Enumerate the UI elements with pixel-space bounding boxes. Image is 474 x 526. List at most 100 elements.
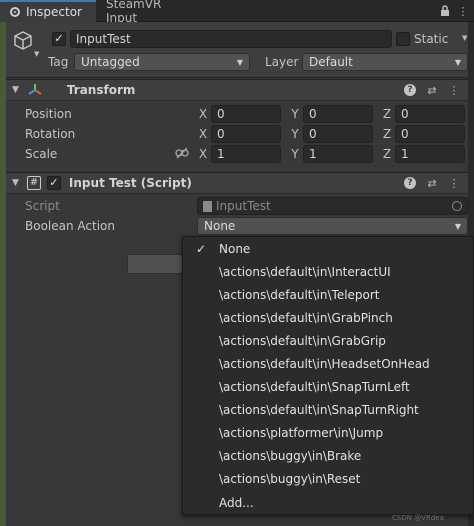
menu-item-label: \actions\default\in\GrabGrip (219, 333, 386, 348)
transform-header[interactable]: ▼ Transform ? ⇄ ⋮ (6, 79, 468, 101)
menu-item[interactable]: \actions\platformer\in\Jump (183, 422, 473, 445)
boolean-action-value: None (204, 219, 236, 233)
boolean-action-popup-menu: ✓ None \actions\default\in\InteractUI \acti… (182, 236, 474, 515)
rotation-x-field[interactable]: 0 (211, 125, 281, 143)
position-x-field[interactable]: 0 (211, 105, 281, 123)
menu-item-label: \actions\default\in\HeadsetOnHead (219, 357, 430, 372)
tab-label: SteamVR Input (106, 0, 162, 25)
chevron-down-icon: ▼ (454, 57, 461, 67)
cube-icon[interactable] (12, 30, 34, 52)
menu-item[interactable]: \actions\default\in\SnapTurnLeft (183, 376, 473, 399)
boolean-action-dropdown[interactable]: None ▼ (197, 217, 468, 235)
menu-item[interactable]: \actions\default\in\Teleport (183, 283, 473, 306)
position-y-field[interactable]: 0 (303, 105, 373, 123)
menu-item-label: \actions\default\in\SnapTurnLeft (219, 380, 410, 395)
chevron-down-icon: ▼ (454, 221, 461, 231)
rotation-z-value: 0 (401, 127, 409, 141)
rotation-label: Rotation (25, 127, 76, 141)
scale-z-value: 1 (401, 147, 409, 161)
menu-item[interactable]: \actions\default\in\GrabGrip (183, 329, 473, 352)
script-object-field: InputTest (197, 197, 468, 215)
checkmark-icon: ✓ (195, 241, 207, 256)
menu-item[interactable]: \actions\default\in\SnapTurnRight (183, 399, 473, 422)
component-menu-icon[interactable]: ⋮ (448, 177, 460, 190)
object-name-input[interactable]: InputTest (70, 30, 392, 48)
active-checkbox[interactable]: ✓ (52, 32, 66, 46)
script-hash-icon: # (26, 176, 41, 190)
component-menu-icon[interactable]: ⋮ (448, 84, 460, 97)
help-icon[interactable]: ? (404, 177, 416, 189)
static-checkbox[interactable] (396, 32, 410, 46)
axis-z-label: Z (382, 107, 392, 121)
icon-dropdown-arrow-icon[interactable]: ▼ (34, 50, 39, 58)
transform-icon (27, 83, 43, 97)
axis-x-label: X (198, 147, 208, 161)
help-icon[interactable]: ? (404, 84, 416, 96)
menu-item[interactable]: \actions\buggy\in\Reset (183, 468, 473, 491)
tag-value: Untagged (81, 55, 140, 69)
scale-x-value: 1 (217, 147, 225, 161)
menu-item-label: \actions\platformer\in\Jump (219, 426, 384, 441)
script-component-title: Input Test (Script) (68, 176, 192, 190)
menu-item[interactable]: ✓ None (183, 237, 473, 260)
foldout-arrow-icon[interactable]: ▼ (12, 178, 19, 188)
preset-sliders-icon[interactable]: ⇄ (426, 84, 438, 97)
static-label: Static (414, 32, 449, 46)
menu-item-label: \actions\buggy\in\Reset (219, 472, 361, 487)
tab-steamvr-input[interactable]: SteamVR Input (96, 0, 206, 25)
menu-dots-icon[interactable]: ⋮ (456, 4, 470, 18)
position-y-value: 0 (309, 107, 317, 121)
script-label: Script (25, 199, 60, 213)
tab-label: Inspector (26, 4, 82, 19)
chevron-down-icon: ▼ (236, 57, 243, 67)
position-label: Position (25, 107, 72, 121)
axis-y-label: Y (291, 107, 299, 121)
axis-z-label: Z (382, 127, 392, 141)
menu-item[interactable]: \actions\buggy\in\Brake (183, 445, 473, 468)
menu-item-label: \actions\default\in\GrabPinch (219, 310, 393, 325)
menu-item[interactable]: \actions\default\in\GrabPinch (183, 306, 473, 329)
tab-inspector[interactable]: Inspector (0, 0, 96, 22)
axis-z-label: Z (382, 147, 392, 161)
object-picker-icon (452, 201, 462, 211)
info-icon (10, 6, 20, 17)
rotation-x-value: 0 (217, 127, 225, 141)
scale-x-field[interactable]: 1 (211, 145, 281, 163)
axis-x-label: X (198, 107, 208, 121)
lock-icon[interactable] (438, 4, 452, 18)
scale-y-value: 1 (309, 147, 317, 161)
script-enabled-checkbox[interactable]: ✓ (46, 176, 61, 190)
menu-item-add[interactable]: Add... (183, 491, 473, 514)
static-dropdown-arrow-icon[interactable]: ▼ (462, 34, 467, 42)
boolean-action-label: Boolean Action (25, 219, 115, 233)
rotation-y-field[interactable]: 0 (303, 125, 373, 143)
layer-label: Layer (265, 55, 299, 69)
rotation-z-field[interactable]: 0 (395, 125, 465, 143)
tag-label: Tag (48, 55, 69, 69)
menu-item-label: \actions\default\in\SnapTurnRight (219, 403, 419, 418)
scale-y-field[interactable]: 1 (303, 145, 373, 163)
tab-bar: Inspector SteamVR Input (0, 0, 474, 25)
menu-item[interactable]: \actions\default\in\HeadsetOnHead (183, 352, 473, 375)
foldout-arrow-icon[interactable]: ▼ (12, 85, 19, 95)
link-scale-icon[interactable] (175, 146, 189, 160)
script-file-icon (203, 200, 212, 212)
tag-dropdown[interactable]: Untagged ▼ (74, 53, 250, 71)
preset-sliders-icon[interactable]: ⇄ (426, 177, 438, 190)
transform-title: Transform (66, 83, 136, 97)
object-name-value: InputTest (76, 32, 131, 46)
axis-y-label: Y (291, 147, 299, 161)
menu-item-label: \actions\buggy\in\Brake (219, 449, 362, 464)
menu-item-label: \actions\default\in\Teleport (219, 287, 380, 302)
layer-dropdown[interactable]: Default ▼ (302, 53, 468, 71)
script-component-header[interactable]: ▼ # ✓ Input Test (Script) ? ⇄ ⋮ (6, 172, 468, 194)
watermark: CSDN @VRdea (392, 514, 444, 522)
add-component-button[interactable] (127, 254, 183, 274)
menu-item-label: Add... (219, 495, 254, 510)
menu-item[interactable]: \actions\default\in\InteractUI (183, 260, 473, 283)
axis-x-label: X (198, 127, 208, 141)
layer-value: Default (309, 55, 353, 69)
position-z-field[interactable]: 0 (395, 105, 465, 123)
scale-z-field[interactable]: 1 (395, 145, 465, 163)
menu-item-label: None (219, 241, 251, 256)
